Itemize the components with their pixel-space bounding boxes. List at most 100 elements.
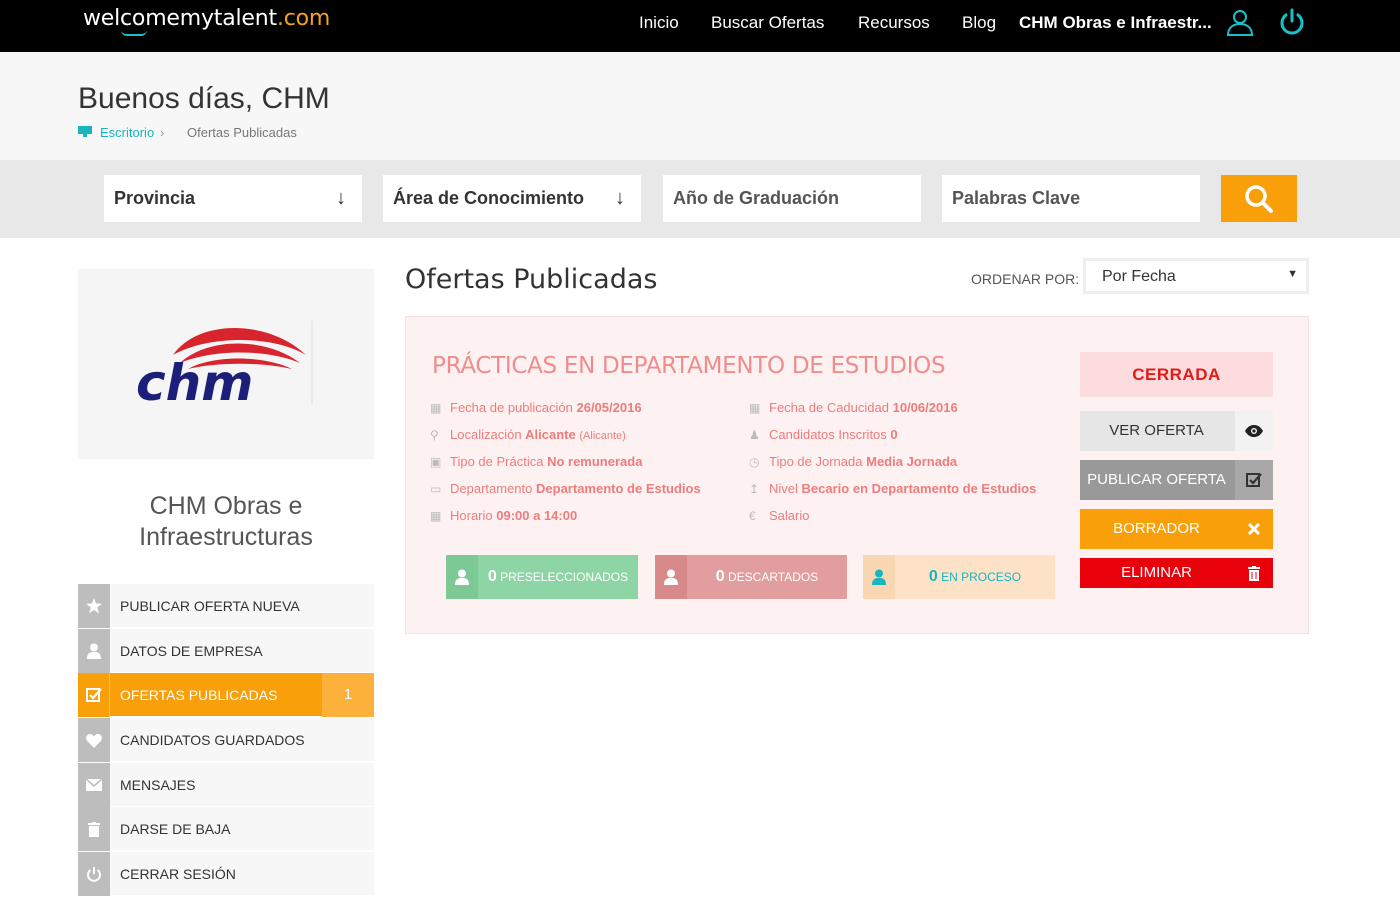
company-name-line2: Infraestructuras <box>139 523 313 551</box>
eliminar-label: ELIMINAR <box>1121 564 1192 581</box>
checkbox-icon <box>78 673 110 717</box>
sidebar-item-mensajes[interactable]: MENSAJES <box>78 763 374 807</box>
folder-icon: ▭ <box>430 482 442 496</box>
svg-text:chm: chm <box>136 354 253 412</box>
map-pin-icon: ⚲ <box>430 428 439 442</box>
trash-icon <box>1235 558 1273 588</box>
power-icon[interactable] <box>1278 8 1306 36</box>
power-icon <box>78 852 110 896</box>
greeting-title: Buenos días, CHM <box>78 82 330 115</box>
order-by-select[interactable]: Por Fecha ▼ <box>1083 258 1309 294</box>
nav-recursos[interactable]: Recursos <box>858 13 930 33</box>
search-button[interactable] <box>1221 175 1297 222</box>
level-up-icon: ↥ <box>749 482 760 496</box>
borrador-button[interactable]: BORRADOR <box>1080 509 1273 549</box>
company-name: CHM Obras e Infraestructuras <box>78 491 374 553</box>
sidebar-item-cerrar-sesion[interactable]: CERRAR SESIÓN <box>78 852 374 896</box>
ofertas-count-badge: 1 <box>322 673 374 717</box>
anio-placeholder: Año de Graduación <box>673 188 840 208</box>
ver-oferta-label: VER OFERTA <box>1109 422 1204 439</box>
heart-icon <box>78 718 110 762</box>
anio-graduacion-input[interactable]: Año de Graduación <box>663 175 921 222</box>
preseleccionados-button[interactable]: 0 PRESELECCIONADOS <box>446 555 638 599</box>
descartados-count: 0 <box>715 568 725 585</box>
ver-oferta-button[interactable]: VER OFERTA <box>1080 411 1273 451</box>
trash-icon <box>78 807 110 851</box>
monitor-icon <box>78 126 92 137</box>
page-header: Buenos días, CHM Escritorio › Ofertas Pu… <box>0 52 1400 160</box>
logo-domain: .com <box>276 6 331 31</box>
sidebar-item-label: OFERTAS PUBLICADAS <box>120 687 278 703</box>
sidebar-item-label: MENSAJES <box>120 777 196 793</box>
keywords-input[interactable]: Palabras Clave <box>942 175 1200 222</box>
breadcrumb-current: Ofertas Publicadas <box>187 125 297 140</box>
arrow-down-icon: ↓ <box>336 187 346 209</box>
keywords-placeholder: Palabras Clave <box>952 188 1081 208</box>
descartados-button[interactable]: 0 DESCARTADOS <box>655 555 847 599</box>
user-icon <box>863 555 895 599</box>
eye-icon <box>1235 411 1273 451</box>
eliminar-button[interactable]: ELIMINAR <box>1080 558 1273 588</box>
nav-buscar-ofertas[interactable]: Buscar Ofertas <box>711 13 824 33</box>
check-square-icon <box>1235 460 1273 500</box>
detail-departamento: ▭ Departamento Departamento de Estudios <box>430 481 701 496</box>
users-icon: ♟ <box>749 428 760 442</box>
provincia-select[interactable]: Provincia ↓ <box>104 175 362 222</box>
publicar-oferta-button[interactable]: PUBLICAR OFERTA <box>1080 460 1273 500</box>
sidebar-item-label: DARSE DE BAJA <box>120 821 231 837</box>
user-icon <box>446 555 478 599</box>
star-icon <box>78 584 110 628</box>
nav-blog[interactable]: Blog <box>962 13 996 33</box>
sidebar-item-label: DATOS DE EMPRESA <box>120 643 263 659</box>
company-logo-box: chm <box>78 269 374 459</box>
calendar-icon: ▦ <box>430 509 442 523</box>
detail-tipo-jornada: ◷ Tipo de Jornada Media Jornada <box>749 454 958 469</box>
en-proceso-label: EN PROCESO <box>941 570 1022 584</box>
nav-company-account[interactable]: CHM Obras e Infraestr... <box>1019 13 1212 33</box>
user-icon <box>78 629 110 673</box>
euro-icon: € <box>749 509 756 523</box>
offer-card: PRÁCTICAS EN DEPARTAMENTO DE ESTUDIOS ▦ F… <box>405 316 1309 634</box>
order-by-label: ORDENAR POR: <box>971 271 1080 287</box>
preseleccionados-count: 0 <box>487 568 497 585</box>
money-icon: ▣ <box>430 455 442 469</box>
close-icon <box>1235 509 1273 549</box>
en-proceso-count: 0 <box>928 568 938 585</box>
order-by-value: Por Fecha <box>1102 268 1176 285</box>
logo-text: welcomemytalent <box>83 6 277 31</box>
sidebar-item-darse-de-baja[interactable]: DARSE DE BAJA <box>78 807 374 851</box>
sidebar-item-candidatos-guardados[interactable]: CANDIDATOS GUARDADOS <box>78 718 374 762</box>
calendar-icon: ▦ <box>430 401 442 415</box>
detail-nivel: ↥ Nivel Becario en Departamento de Estudi… <box>749 481 1037 496</box>
detail-tipo-practica: ▣ Tipo de Práctica No remunerada <box>430 454 643 469</box>
company-name-line1: CHM Obras e <box>149 492 303 520</box>
preseleccionados-label: PRESELECCIONADOS <box>500 570 629 584</box>
caret-down-icon: ▼ <box>1287 268 1298 280</box>
detail-horario: ▦ Horario 09:00 a 14:00 <box>430 508 578 523</box>
nav-inicio[interactable]: Inicio <box>639 13 679 33</box>
user-profile-icon[interactable] <box>1226 8 1254 36</box>
detail-salario: € Salario <box>749 508 810 523</box>
sidebar-item-label: PUBLICAR OFERTA NUEVA <box>120 598 300 614</box>
breadcrumb-home[interactable]: Escritorio <box>100 125 154 140</box>
offer-title[interactable]: PRÁCTICAS EN DEPARTAMENTO DE ESTUDIOS <box>432 353 946 379</box>
site-logo[interactable]: welcomemytalent.com <box>83 6 331 36</box>
clock-icon: ◷ <box>749 455 760 469</box>
sidebar-item-publicar-oferta[interactable]: PUBLICAR OFERTA NUEVA <box>78 584 374 628</box>
page-title: Ofertas Publicadas <box>405 264 658 295</box>
search-icon <box>1245 185 1273 213</box>
detail-fecha-caducidad: ▦ Fecha de Caducidad 10/06/2016 <box>749 400 958 415</box>
detail-fecha-publicacion: ▦ Fecha de publicación 26/05/2016 <box>430 400 642 415</box>
descartados-label: DESCARTADOS <box>728 570 819 584</box>
area-label: Área de Conocimiento <box>393 188 585 208</box>
provincia-label: Provincia <box>114 188 196 208</box>
chm-logo: chm <box>136 321 313 412</box>
detail-localizacion: ⚲ Localización Alicante (Alicante) <box>430 427 626 442</box>
borrador-label: BORRADOR <box>1113 520 1200 537</box>
en-proceso-button[interactable]: 0 EN PROCESO <box>863 555 1055 599</box>
logo-smile-icon <box>121 30 147 36</box>
area-select[interactable]: Área de Conocimiento ↓ <box>383 175 641 222</box>
arrow-down-icon: ↓ <box>615 187 625 209</box>
sidebar-item-ofertas-publicadas[interactable]: OFERTAS PUBLICADAS 1 <box>78 673 374 717</box>
sidebar-item-datos-empresa[interactable]: DATOS DE EMPRESA <box>78 629 374 673</box>
